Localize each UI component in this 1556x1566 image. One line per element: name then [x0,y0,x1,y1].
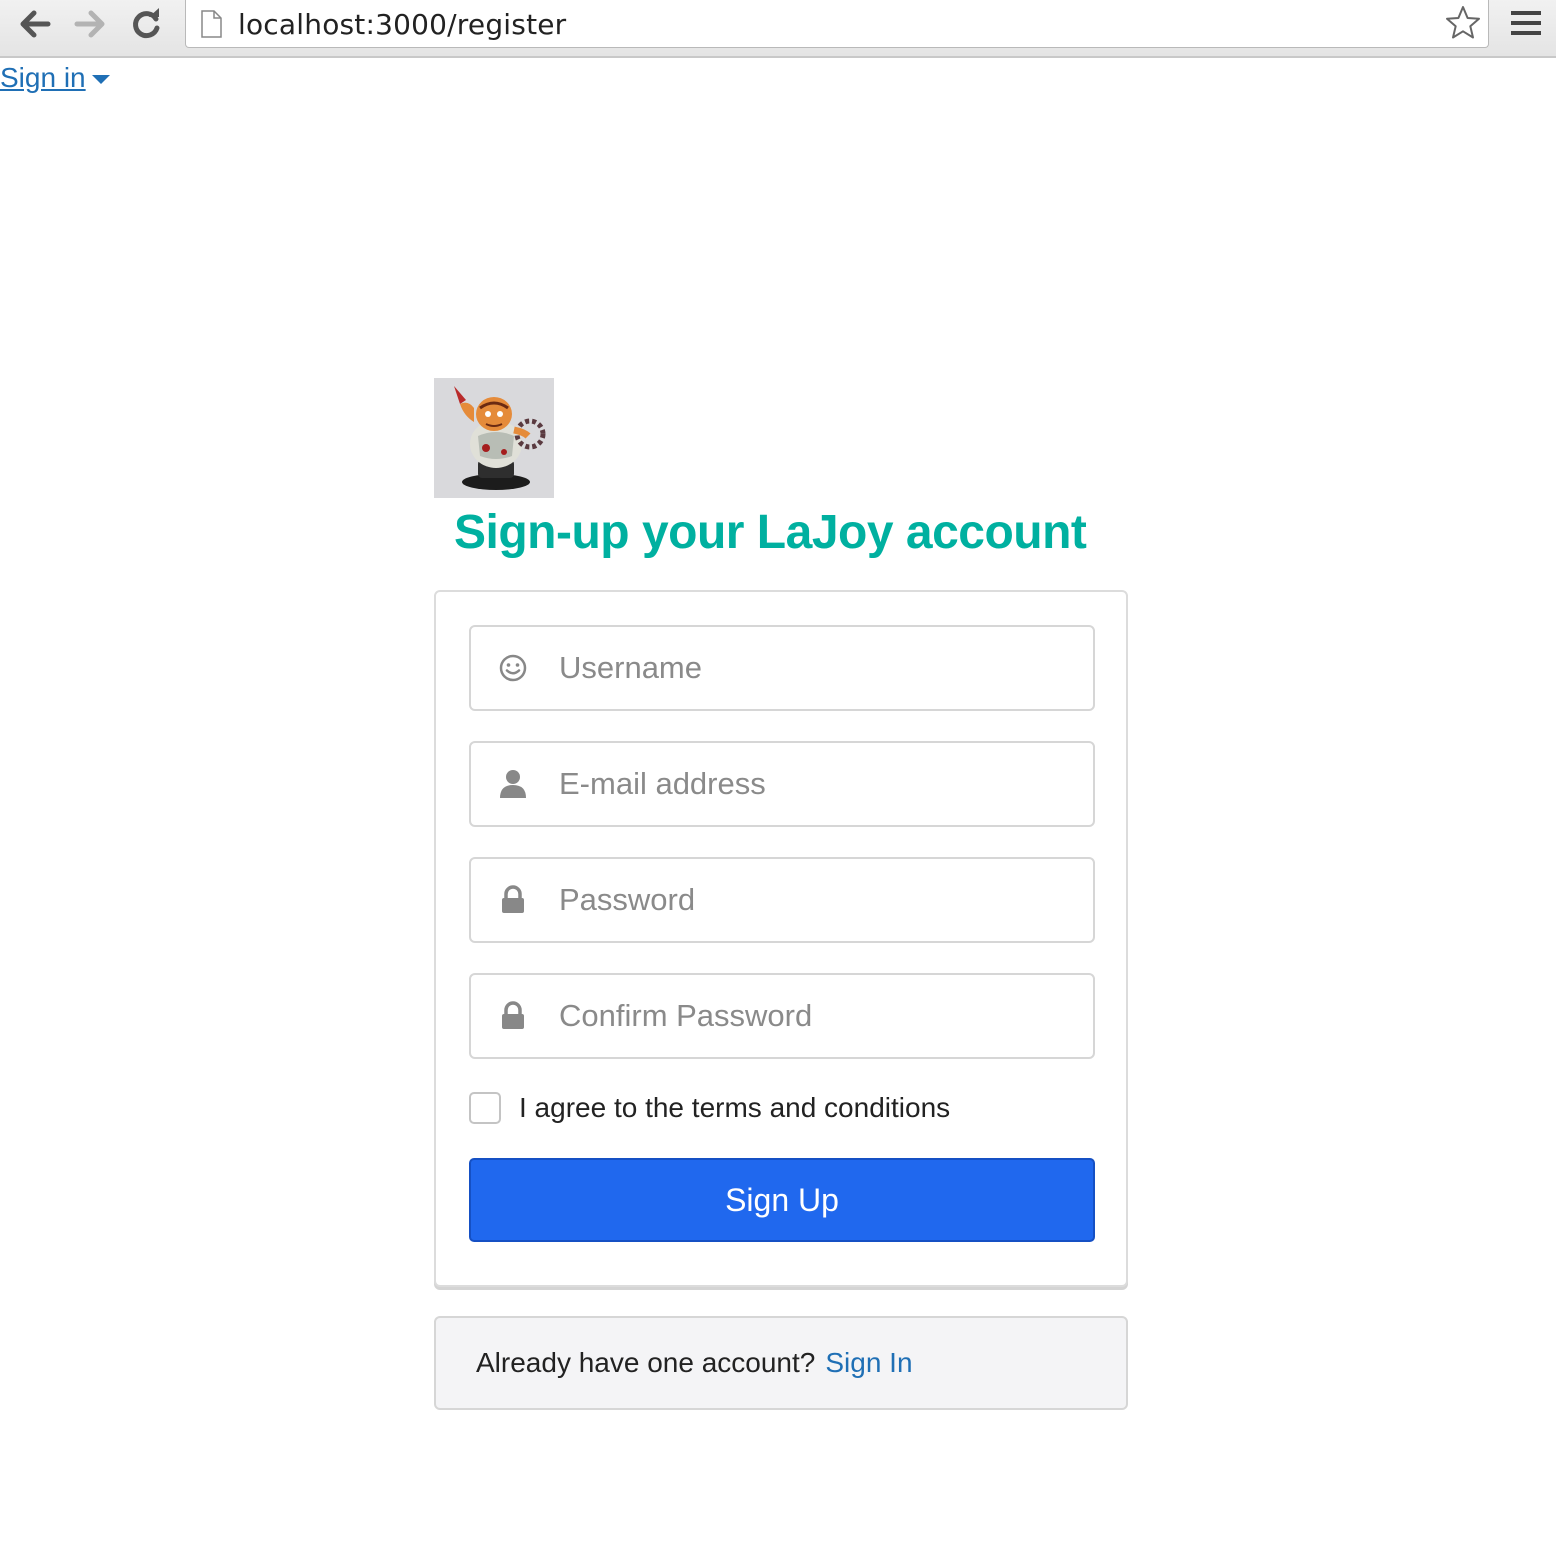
hamburger-menu-icon[interactable] [1508,8,1544,43]
sign-up-button[interactable]: Sign Up [469,1158,1095,1242]
confirm-password-field[interactable] [469,973,1095,1059]
address-bar[interactable]: localhost:3000/register [185,0,1489,48]
logo [434,378,554,498]
user-icon [485,769,541,799]
signin-dropdown-label: Sign in [0,62,86,93]
terms-checkbox[interactable] [469,1092,501,1124]
signin-dropdown[interactable]: Sign in [0,62,110,94]
url-text[interactable]: localhost:3000/register [238,8,566,41]
forward-arrow-icon[interactable] [70,6,110,42]
lock-icon [485,1001,541,1031]
signin-prompt-box: Already have one account? Sign In [434,1316,1128,1410]
lock-icon [485,885,541,915]
email-input[interactable] [557,765,1081,803]
terms-row: I agree to the terms and conditions [469,1092,950,1124]
reload-icon[interactable] [127,6,167,42]
sign-in-link[interactable]: Sign In [825,1347,912,1379]
password-input[interactable] [557,881,1081,919]
terms-label[interactable]: I agree to the terms and conditions [519,1092,950,1124]
back-arrow-icon[interactable] [15,6,55,42]
page-icon [200,10,222,43]
password-field[interactable] [469,857,1095,943]
browser-toolbar: localhost:3000/register [0,0,1556,58]
confirm-password-input[interactable] [557,997,1081,1035]
bookmark-star-icon[interactable] [1444,4,1482,47]
signin-prompt-text: Already have one account? [476,1347,816,1378]
page-title: Sign-up your LaJoy account [454,506,1087,559]
caret-down-icon [91,75,110,85]
email-field[interactable] [469,741,1095,827]
username-input[interactable] [557,649,1081,687]
signup-form: I agree to the terms and conditions Sign… [434,590,1128,1287]
smile-icon [485,653,541,683]
username-field[interactable] [469,625,1095,711]
